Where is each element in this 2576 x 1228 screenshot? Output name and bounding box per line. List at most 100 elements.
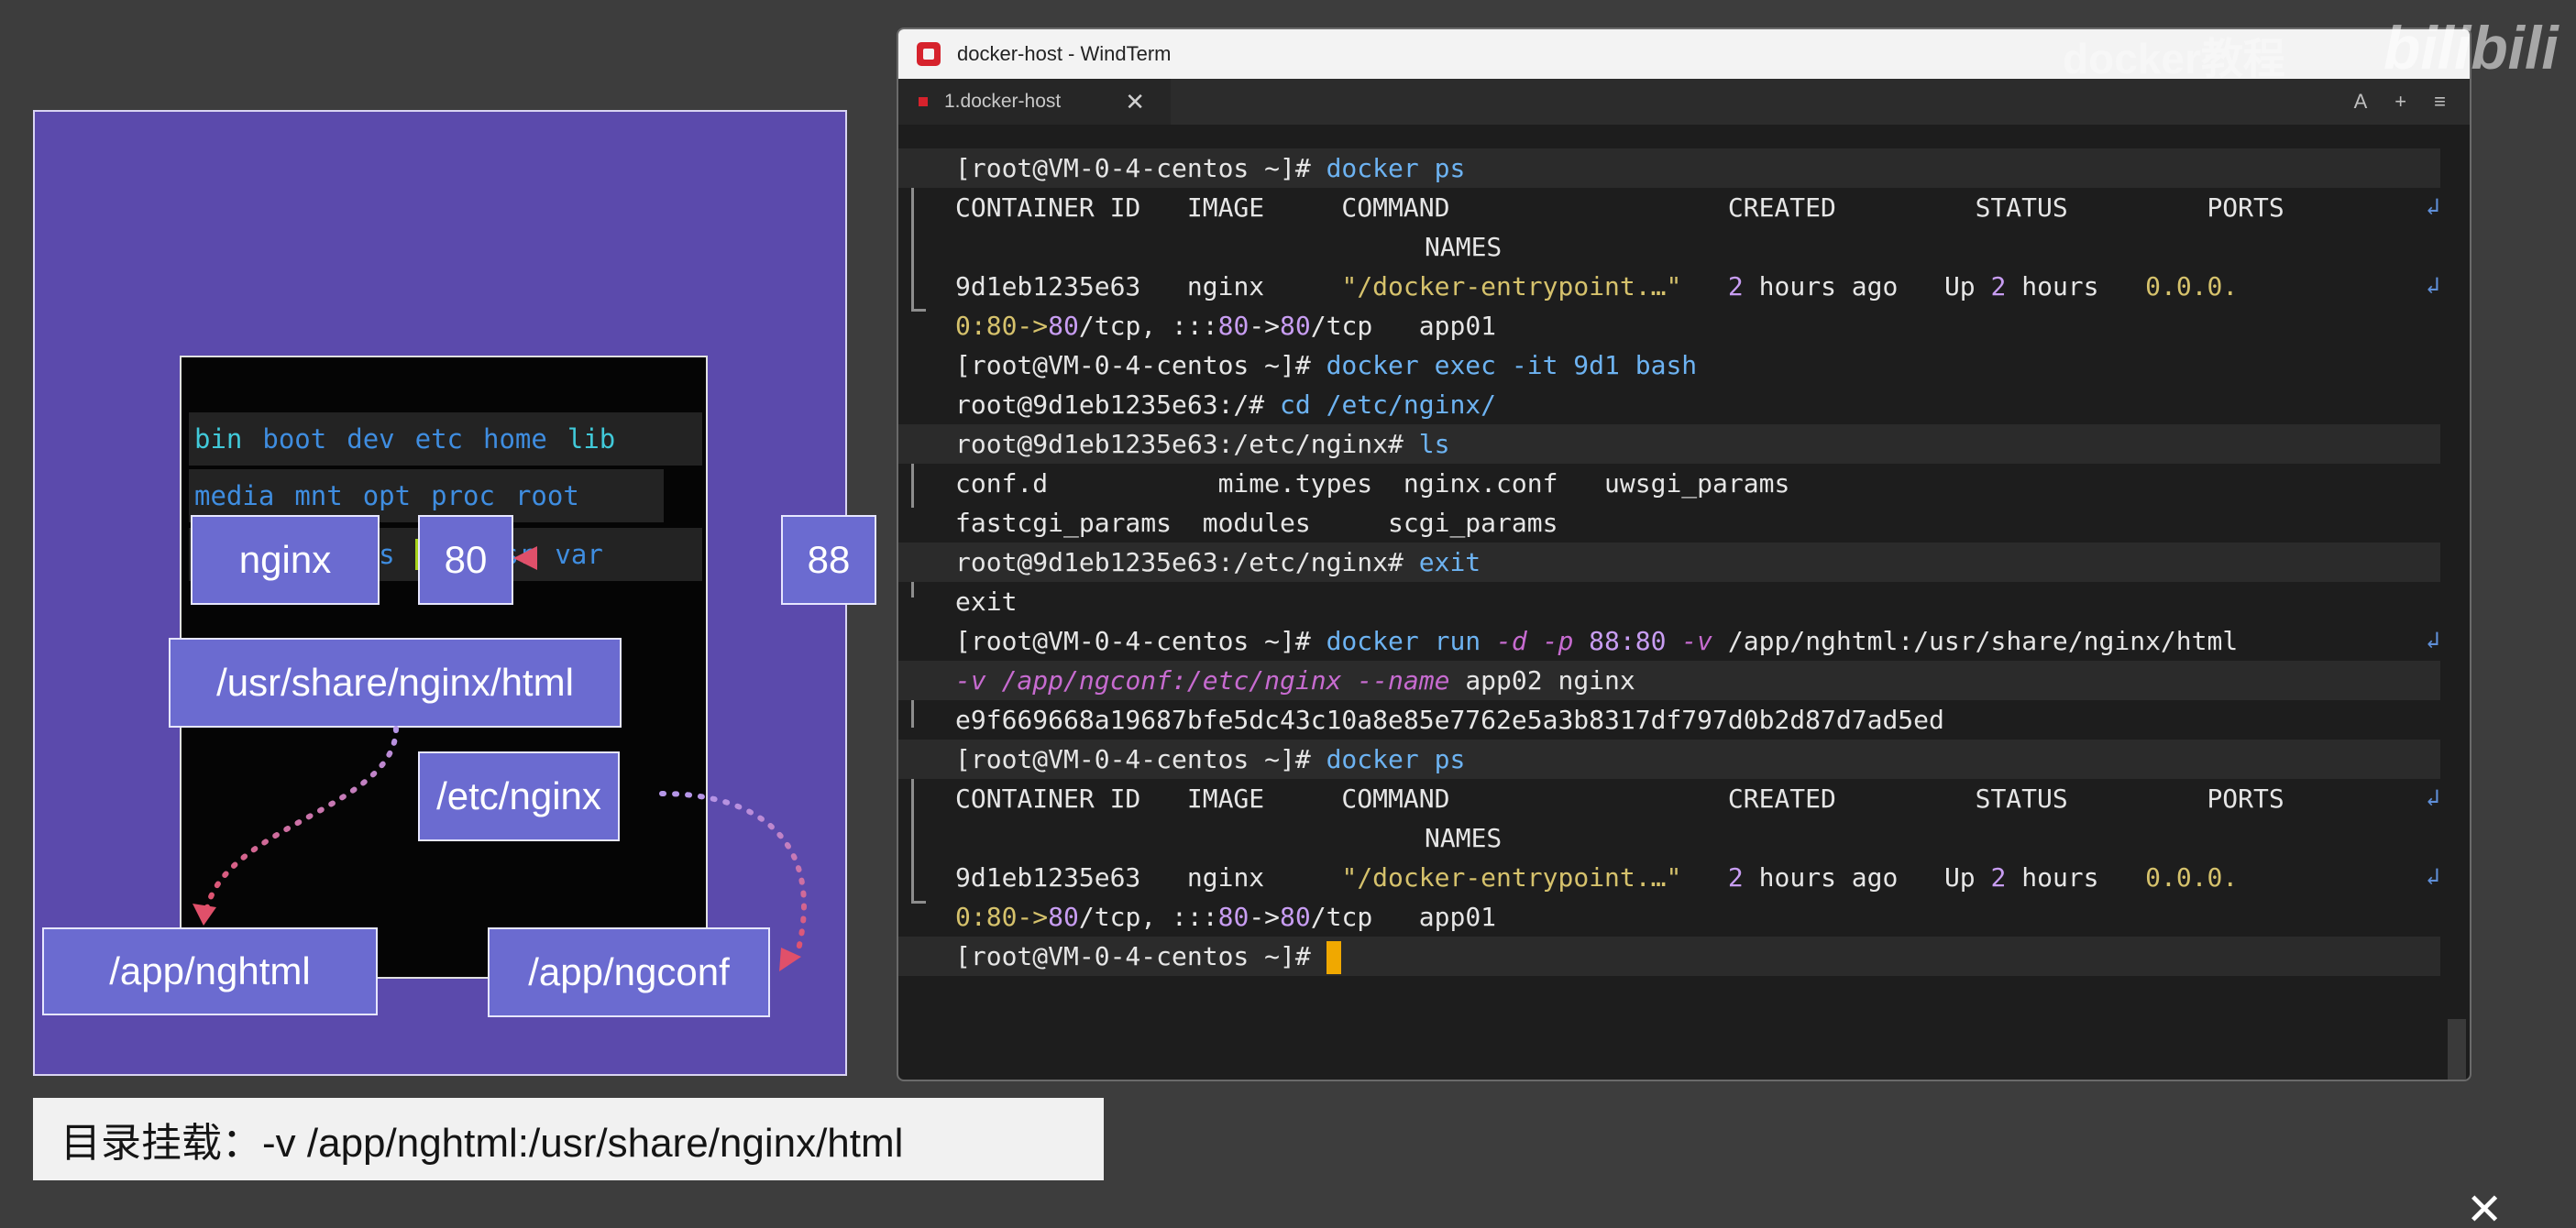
terminal-line: fastcgi_params modules scgi_params bbox=[898, 503, 2440, 543]
new-tab-button[interactable]: + bbox=[2394, 90, 2406, 114]
close-icon[interactable]: ✕ bbox=[2466, 1184, 2503, 1228]
ps-names-header: NAMES bbox=[1425, 232, 1503, 262]
fs-dir-root: root bbox=[514, 480, 579, 511]
fs-dir-home: home bbox=[483, 423, 547, 455]
ls-output: conf.d mime.types nginx.conf uwsgi_param… bbox=[955, 468, 1790, 499]
ports-cont: /tcp, ::: bbox=[1078, 311, 1218, 341]
fs-dir-lib: lib bbox=[567, 423, 616, 455]
menu-icon[interactable]: ≡ bbox=[2434, 90, 2446, 114]
terminal-line: conf.d mime.types nginx.conf uwsgi_param… bbox=[898, 464, 2440, 503]
wrap-icon: ↲ bbox=[2426, 863, 2440, 891]
command: docker exec -it 9d1 bash bbox=[1326, 350, 1698, 380]
font-size-button[interactable]: A bbox=[2354, 90, 2368, 114]
command: cd /etc/nginx/ bbox=[1280, 389, 1497, 420]
image: nginx bbox=[1186, 271, 1265, 302]
bilibili-logo: bilibili bbox=[2383, 14, 2559, 82]
created: hours ago bbox=[1743, 271, 1899, 302]
status-up: Up bbox=[1943, 862, 1991, 893]
ports-cont: /tcp app01 bbox=[1310, 902, 1497, 932]
ps-header: CONTAINER ID IMAGE COMMAND CREATED STATU… bbox=[955, 784, 2284, 814]
run-args: app02 nginx bbox=[1465, 665, 1635, 696]
command: exit bbox=[1418, 547, 1481, 577]
window-title: docker-host - WindTerm bbox=[957, 42, 1172, 65]
tab-close-icon[interactable]: ✕ bbox=[1125, 88, 1145, 116]
terminal-line: [root@VM-0-4-centos ~]# docker run -d -p… bbox=[898, 621, 2440, 661]
option: --name bbox=[1341, 665, 1466, 696]
command: docker run bbox=[1326, 626, 1497, 656]
scrollbar[interactable] bbox=[2448, 1019, 2466, 1080]
ports-cont: /tcp app01 bbox=[1310, 311, 1497, 341]
port-arg: 88:80 bbox=[1589, 626, 1667, 656]
ports: 0.0.0. bbox=[2145, 862, 2239, 893]
prompt: root@9d1eb1235e63:/etc/nginx# bbox=[955, 547, 1419, 577]
ports-cont: /tcp, ::: bbox=[1078, 902, 1218, 932]
option: -d bbox=[1496, 626, 1527, 656]
container-hash: e9f669668a19687bfe5dc43c10a8e85e7762e5a3… bbox=[955, 705, 1944, 735]
option: -p bbox=[1526, 626, 1590, 656]
prompt: root@9d1eb1235e63:/# bbox=[955, 389, 1281, 420]
ports-cont: -> bbox=[1249, 311, 1281, 341]
ps-command: "/docker-entrypoint.…" bbox=[1341, 862, 1682, 893]
terminal-line: CONTAINER ID IMAGE COMMAND CREATED STATU… bbox=[898, 779, 2440, 818]
fs-dir-boot: boot bbox=[262, 423, 327, 455]
tab-docker-host[interactable]: 1.docker-host ✕ bbox=[898, 79, 1172, 125]
course-watermark: docker教程 bbox=[2063, 35, 2285, 82]
fs-row-1: bin boot dev etc home lib bbox=[189, 412, 702, 466]
host-html-path-box: /app/nghtml bbox=[42, 927, 378, 1015]
created: hours ago bbox=[1743, 862, 1899, 893]
container-port-box: 80 bbox=[418, 515, 513, 605]
status-num: 2 bbox=[1990, 862, 2007, 893]
prompt: [root@VM-0-4-centos ~]# bbox=[955, 350, 1327, 380]
fs-dir-bin: bin bbox=[194, 423, 243, 455]
created-num: 2 bbox=[1727, 271, 1744, 302]
status: hours bbox=[2006, 271, 2099, 302]
terminal-output[interactable]: [root@VM-0-4-centos ~]# docker ps CONTAI… bbox=[898, 126, 2446, 1080]
ports-cont: 0:80-> bbox=[955, 311, 1049, 341]
ports: 0.0.0. bbox=[2145, 271, 2239, 302]
container-id: 9d1eb1235e63 bbox=[955, 271, 1141, 302]
fs-dir-opt: opt bbox=[362, 480, 412, 511]
tab-status-icon bbox=[919, 97, 928, 106]
tab-label: 1.docker-host bbox=[944, 91, 1062, 112]
terminal-cursor bbox=[1326, 941, 1341, 974]
ps-command: "/docker-entrypoint.…" bbox=[1341, 271, 1682, 302]
command: docker ps bbox=[1326, 744, 1466, 774]
container-html-path-box: /usr/share/nginx/html bbox=[169, 638, 622, 728]
windterm-window[interactable]: docker-host - WindTerm 1.docker-host ✕ A… bbox=[897, 27, 2471, 1081]
fs-dir-proc: proc bbox=[431, 480, 495, 511]
created-num: 2 bbox=[1727, 862, 1744, 893]
terminal-line: root@9d1eb1235e63:/# cd /etc/nginx/ bbox=[898, 385, 2440, 424]
image: nginx bbox=[1186, 862, 1265, 893]
terminal-line: 0:80->80/tcp, :::80->80/tcp app01 bbox=[898, 306, 2440, 345]
option: -v bbox=[955, 665, 1002, 696]
wrap-icon: ↲ bbox=[2426, 193, 2440, 221]
command: ls bbox=[1418, 429, 1450, 459]
ports-cont: 0:80-> bbox=[955, 902, 1049, 932]
prompt: [root@VM-0-4-centos ~]# bbox=[955, 941, 1327, 971]
terminal-line: 9d1eb1235e63 nginx "/docker-entrypoint.…… bbox=[898, 858, 2440, 897]
wrap-icon: ↲ bbox=[2426, 784, 2440, 812]
terminal-input-line[interactable]: [root@VM-0-4-centos ~]# bbox=[898, 937, 2440, 976]
host-port-box: 88 bbox=[781, 515, 876, 605]
command: docker ps bbox=[1326, 153, 1466, 183]
ports-cont: 80 bbox=[1280, 902, 1311, 932]
ls-output: fastcgi_params modules scgi_params bbox=[955, 508, 1558, 538]
mount-diagram: bin boot dev etc home lib media mnt opt proc root… bbox=[33, 110, 876, 1076]
option: -v bbox=[1666, 626, 1728, 656]
terminal-line: [root@VM-0-4-centos ~]# docker exec -it … bbox=[898, 345, 2440, 385]
tab-actions: A + ≡ bbox=[2354, 90, 2470, 114]
ports-cont: 80 bbox=[1217, 902, 1249, 932]
exit-output: exit bbox=[955, 587, 1018, 617]
wrap-icon: ↲ bbox=[2426, 272, 2440, 300]
terminal-line: -v /app/ngconf:/etc/nginx --name app02 n… bbox=[898, 661, 2440, 700]
caption-subtitle: 目录挂载：-v /app/nghtml:/usr/share/nginx/htm… bbox=[33, 1098, 1104, 1180]
fs-dir-dev: dev bbox=[347, 423, 395, 455]
terminal-line: [root@VM-0-4-centos ~]# docker ps bbox=[898, 740, 2440, 779]
ports-cont: 80 bbox=[1280, 311, 1311, 341]
terminal-line: NAMES bbox=[898, 818, 2440, 858]
fs-dir-var: var bbox=[555, 539, 603, 570]
host-conf-path-box: /app/ngconf bbox=[488, 927, 770, 1017]
status-num: 2 bbox=[1990, 271, 2007, 302]
nginx-box: nginx bbox=[191, 515, 380, 605]
terminal-line: 9d1eb1235e63 nginx "/docker-entrypoint.…… bbox=[898, 267, 2440, 306]
